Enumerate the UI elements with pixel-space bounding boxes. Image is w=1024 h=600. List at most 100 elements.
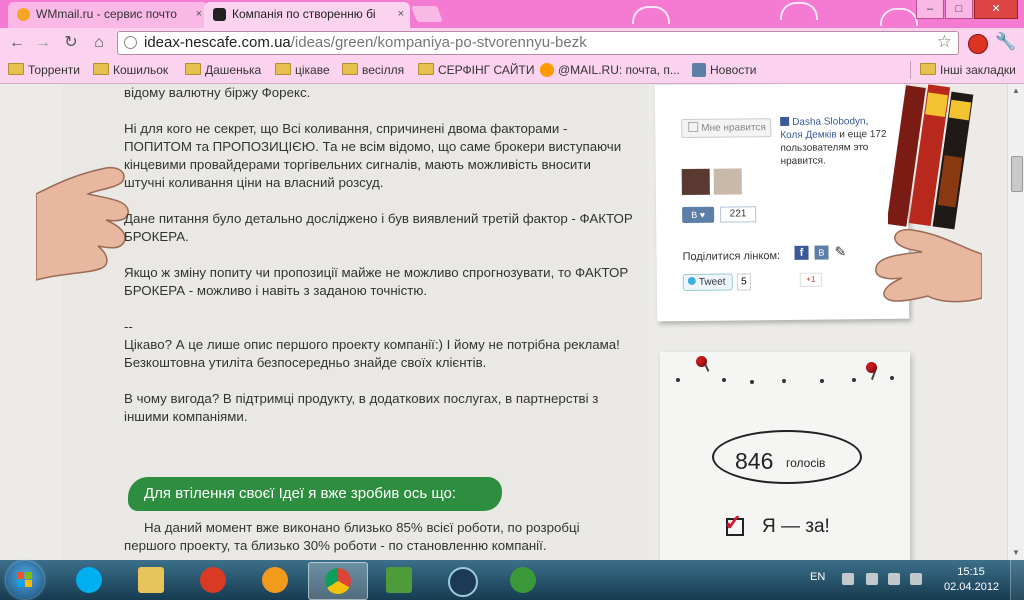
tab-close-icon[interactable]: ×: [196, 2, 202, 26]
taskbar-utorrent[interactable]: [494, 562, 552, 598]
share-pen-icon[interactable]: ✎: [834, 243, 846, 260]
url-path: /ideas/green/kompaniya-po-stvorennyu-bez…: [290, 34, 587, 51]
taskbar-app-e[interactable]: [432, 562, 490, 598]
bookmark-novosti[interactable]: Новости: [692, 63, 756, 77]
clock-time: 15:15: [957, 566, 985, 578]
taskbar: EN 15:15 02.04.2012: [0, 560, 1024, 600]
taskbar-skype[interactable]: [60, 562, 118, 598]
avatar[interactable]: [713, 168, 742, 195]
chrome-icon: [325, 568, 351, 594]
language-indicator[interactable]: EN: [810, 571, 825, 583]
vk-label: В: [691, 209, 698, 220]
folder-icon: [93, 63, 109, 75]
article-paragraph: Цікаво? А це лише опис першого проекту к…: [124, 337, 620, 352]
taskbar-app-green[interactable]: [370, 562, 428, 598]
vk-like-button[interactable]: В ♥: [682, 206, 715, 224]
close-window-button[interactable]: ✕: [974, 0, 1018, 19]
like-label: Мне нравится: [701, 122, 766, 134]
wmmail-favicon-icon: [17, 8, 30, 21]
address-bar[interactable]: ideax-nescafe.com.ua/ideas/green/kompani…: [117, 31, 959, 55]
vk-like-count: 221: [720, 206, 757, 223]
fb-like-button[interactable]: Мне нравится: [681, 118, 772, 139]
liker-link[interactable]: Dasha Slobodyn: [792, 116, 866, 128]
tab-wmmail[interactable]: WMmail.ru - сервис почто ×: [8, 2, 208, 28]
article-paragraph: Ні для кого не секрет, що Всі коливання,…: [124, 121, 622, 190]
checkmark-icon: ✓: [724, 510, 743, 535]
wrench-menu-icon[interactable]: 🔧: [995, 32, 1016, 52]
share-facebook-icon[interactable]: f: [794, 245, 809, 260]
bookmark-label: Кошильок: [113, 63, 169, 77]
ccleaner-icon: [200, 567, 226, 593]
liker-link[interactable]: Коля Демків: [780, 129, 836, 141]
bookmark-koshylok[interactable]: Кошильок: [93, 63, 168, 77]
scroll-thumb[interactable]: [1011, 156, 1023, 192]
folder-icon: [138, 567, 164, 593]
hole-dot: [782, 379, 786, 383]
vote-card: 846 голосів ✓ Я — за!: [660, 352, 910, 560]
article-body: відому валютну біржу Форекс. Ні для кого…: [124, 84, 634, 426]
cloud-decoration-icon: [632, 6, 670, 24]
maximize-button[interactable]: □: [945, 0, 973, 19]
article-paragraph: Безкоштовна утиліта безпосередньо знайде…: [124, 355, 487, 370]
title-bar: WMmail.ru - сервис почто × Компанія по с…: [0, 0, 1024, 28]
hand-illustration-right: [875, 228, 982, 303]
aimp-icon: [262, 567, 288, 593]
hole-dot: [750, 380, 754, 384]
window-controls: – □ ✕: [915, 0, 1018, 20]
start-button[interactable]: [6, 561, 44, 599]
tab-ideax[interactable]: Компанія по створенню бі ×: [204, 2, 410, 28]
new-tab-button[interactable]: [411, 6, 443, 22]
tweet-label: Tweet: [698, 276, 726, 288]
taskbar-ccleaner[interactable]: [184, 562, 242, 598]
cloud-decoration-icon: [880, 8, 918, 26]
forward-arrow-icon[interactable]: →: [32, 33, 54, 53]
hole-dot: [722, 378, 726, 382]
page-scrollbar[interactable]: ▲ ▼: [1007, 84, 1024, 560]
google-plus-button[interactable]: +1: [799, 272, 822, 287]
bookmark-vesillia[interactable]: весілля: [342, 63, 404, 77]
browser-toolbar: ← → ↻ ⌂ ideax-nescafe.com.ua/ideas/green…: [0, 28, 1024, 58]
facebook-icon: [780, 116, 790, 127]
reload-icon[interactable]: ↻: [60, 33, 82, 53]
avatar[interactable]: [681, 168, 710, 196]
back-arrow-icon[interactable]: ←: [6, 33, 28, 53]
stop-extension-icon[interactable]: [968, 34, 988, 54]
twitter-bird-icon: [687, 276, 696, 285]
bookmark-star-icon[interactable]: ☆: [937, 32, 952, 52]
tweet-button[interactable]: Tweet: [682, 273, 733, 292]
folder-icon: [185, 63, 201, 75]
globe-icon: [124, 36, 137, 49]
utorrent-icon: [510, 567, 536, 593]
vote-button[interactable]: Я — за!: [762, 516, 830, 538]
taskbar-chrome[interactable]: [308, 562, 368, 600]
clock-date: 02.04.2012: [944, 581, 1000, 593]
taskbar-explorer[interactable]: [122, 562, 180, 598]
hole-dot: [820, 379, 824, 383]
bookmarks-bar: Торренти Кошильок Дашенька цікаве весілл…: [0, 58, 1024, 84]
bookmark-tsikave[interactable]: цікаве: [275, 63, 330, 77]
tray-arrow-icon[interactable]: [842, 573, 854, 585]
taskbar-aimp[interactable]: [246, 562, 304, 598]
bookmark-label: цікаве: [295, 63, 330, 77]
home-icon[interactable]: ⌂: [88, 33, 110, 53]
ideax-favicon-icon: [213, 8, 226, 21]
mailru-icon: [540, 63, 554, 77]
bookmark-dashenka[interactable]: Дашенька: [185, 63, 261, 77]
scroll-up-icon[interactable]: ▲: [1012, 86, 1020, 95]
bookmark-torrenty[interactable]: Торренти: [8, 63, 80, 77]
section-banner: Для втілення своєї Ідеї я вже зробив ось…: [128, 477, 502, 511]
minimize-button[interactable]: –: [916, 0, 944, 19]
volume-icon[interactable]: [910, 573, 922, 585]
share-vk-icon[interactable]: В: [814, 245, 829, 260]
hand-illustration-left: [36, 166, 129, 281]
bookmark-mailru[interactable]: @MAIL.RU: почта, п...: [540, 63, 680, 77]
battery-icon[interactable]: [866, 573, 878, 585]
show-desktop-button[interactable]: [1010, 560, 1024, 600]
signal-icon[interactable]: [888, 573, 900, 585]
system-clock[interactable]: 15:15 02.04.2012: [944, 565, 1000, 595]
share-label: Поділитися лінком:: [682, 250, 781, 264]
bookmark-other[interactable]: Інші закладки: [920, 63, 1016, 77]
scroll-down-icon[interactable]: ▼: [1012, 548, 1020, 557]
bookmark-serfing[interactable]: СЕРФІНГ САЙТИ: [418, 63, 534, 77]
tab-close-icon[interactable]: ×: [398, 2, 404, 26]
